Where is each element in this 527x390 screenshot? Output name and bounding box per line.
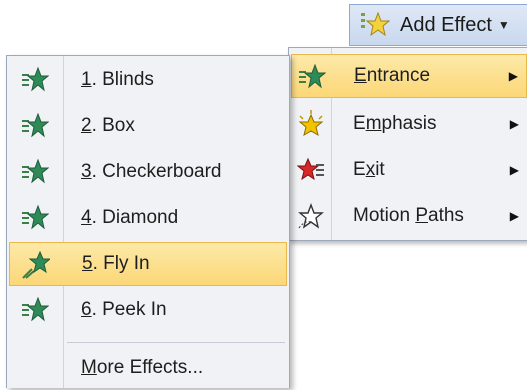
- add-effect-star-icon: [361, 11, 390, 37]
- exit-star-icon: [297, 157, 324, 181]
- menu-item-label: Emphasis: [353, 113, 437, 134]
- menu-item-label: Entrance: [354, 65, 431, 86]
- effect-item-checkerboard[interactable]: 3. Checkerboard: [9, 150, 287, 194]
- submenu-arrow-icon: ▶: [509, 117, 519, 131]
- effect-item-box[interactable]: 2. Box: [9, 104, 287, 148]
- effect-label: 5. Fly In: [82, 253, 150, 274]
- entrance-effects-submenu: 1. Blinds 2. Box 3. Checkerboard 4. Diam…: [6, 55, 290, 388]
- effect-label: 2. Box: [81, 115, 135, 136]
- effect-label: 6. Peek In: [81, 299, 167, 320]
- menu-item-label: Exit: [353, 159, 385, 180]
- menu-item-label: Motion Paths: [353, 205, 464, 226]
- entrance-star-icon: [299, 63, 326, 89]
- effect-item-diamond[interactable]: 4. Diamond: [9, 196, 287, 240]
- effect-label: 3. Checkerboard: [81, 161, 222, 182]
- submenu-arrow-icon: ▶: [509, 209, 519, 223]
- effect-label: 4. Diamond: [81, 207, 179, 228]
- submenu-arrow-icon: ▶: [508, 69, 518, 83]
- effect-item-fly-in[interactable]: 5. Fly In: [9, 242, 287, 286]
- menu-item-entrance[interactable]: Entrance ▶: [291, 54, 527, 98]
- more-effects-item[interactable]: More Effects...: [9, 346, 287, 390]
- add-effect-button[interactable]: Add Effect ▼: [349, 4, 527, 46]
- fly-in-star-icon: [22, 251, 50, 279]
- checkerboard-star-icon: [22, 158, 49, 184]
- effect-label: 1. Blinds: [81, 69, 154, 90]
- blinds-star-icon: [22, 66, 49, 92]
- menu-divider: [67, 342, 285, 343]
- effect-item-peek-in[interactable]: 6. Peek In: [9, 288, 287, 332]
- dropdown-arrow-icon[interactable]: ▼: [498, 18, 510, 32]
- menu-item-exit[interactable]: Exit ▶: [291, 148, 527, 192]
- effect-item-blinds[interactable]: 1. Blinds: [9, 58, 287, 102]
- effect-category-menu: Entrance ▶ Emphasis ▶ Exit ▶ Motion Path…: [288, 47, 527, 241]
- emphasis-star-icon: [298, 110, 324, 137]
- box-star-icon: [22, 112, 49, 138]
- motion-paths-star-icon: [298, 203, 324, 229]
- submenu-arrow-icon: ▶: [509, 163, 519, 177]
- more-effects-label: More Effects...: [81, 357, 204, 378]
- menu-item-motion-paths[interactable]: Motion Paths ▶: [291, 194, 527, 238]
- menu-item-emphasis[interactable]: Emphasis ▶: [291, 102, 527, 146]
- peek-in-star-icon: [22, 296, 49, 322]
- diamond-star-icon: [22, 204, 49, 230]
- add-effect-label: Add Effect: [400, 13, 492, 36]
